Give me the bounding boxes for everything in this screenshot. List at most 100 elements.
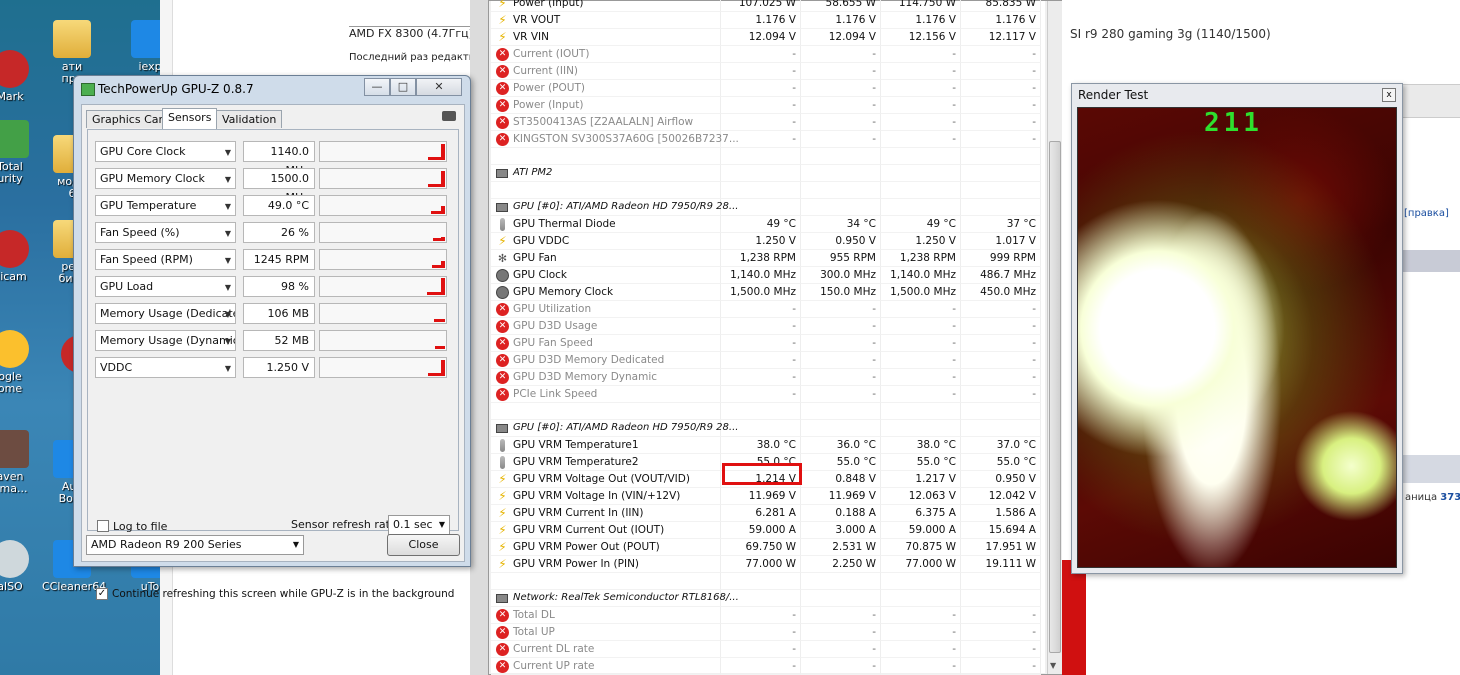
avg-value bbox=[961, 165, 1041, 182]
sensor-group-header[interactable]: Network: RealTek Semiconductor RTL8168/.… bbox=[491, 590, 1045, 607]
continue-refresh-checkbox[interactable]: ✓ bbox=[96, 588, 108, 600]
page-number[interactable]: 373 bbox=[1440, 492, 1460, 503]
min-value: - bbox=[801, 301, 881, 318]
sensor-group-header[interactable]: GPU [#0]: ATI/AMD Radeon HD 7950/R9 28..… bbox=[491, 199, 1045, 216]
table-row[interactable]: GPU Memory Clock 1,500.0 MHz 150.0 MHz 1,50… bbox=[491, 284, 1045, 301]
maximize-button[interactable]: □ bbox=[390, 78, 416, 96]
current-value: - bbox=[721, 114, 801, 131]
sensor-label: GPU VDDC bbox=[491, 233, 721, 250]
table-row[interactable]: ⚡ GPU VDDC 1.250 V 0.950 V 1.250 V 1.017 V bbox=[491, 233, 1045, 250]
table-row[interactable]: ⚡ VR VIN 12.094 V 12.094 V 12.156 V 12.117 V bbox=[491, 29, 1045, 46]
sensor-name-select[interactable]: Memory Usage (Dedicated) ▼ bbox=[95, 303, 236, 324]
table-row[interactable] bbox=[491, 403, 1045, 420]
sensor-label: GPU Memory Clock bbox=[491, 284, 721, 301]
table-row[interactable]: ⚡ GPU VRM Voltage In (VIN/+12V) 11.969 V 11… bbox=[491, 488, 1045, 505]
page-label: аница bbox=[1405, 492, 1438, 503]
desktop-icon[interactable]: ogle ome bbox=[0, 330, 40, 395]
table-row[interactable]: ✕ GPU Utilization - - - - bbox=[491, 301, 1045, 318]
sensor-name-select[interactable]: GPU Memory Clock ▼ bbox=[95, 168, 236, 189]
desktop-icon[interactable]: alSO bbox=[0, 540, 40, 593]
table-row[interactable]: ✕ Total DL - - - - bbox=[491, 607, 1045, 624]
scrollbar-thumb[interactable] bbox=[1049, 141, 1061, 653]
sensor-name-select[interactable]: Fan Speed (%) ▼ bbox=[95, 222, 236, 243]
sensor-name-select[interactable]: GPU Core Clock ▼ bbox=[95, 141, 236, 162]
sensor-value: 1140.0 MHz bbox=[243, 141, 315, 177]
table-row[interactable]: GPU VRM Temperature1 38.0 °C 36.0 °C 38.0 °… bbox=[491, 437, 1045, 454]
table-row[interactable]: ✕ Total UP - - - - bbox=[491, 624, 1045, 641]
sensor-name-select[interactable]: GPU Load ▼ bbox=[95, 276, 236, 297]
min-value: - bbox=[801, 97, 881, 114]
log-to-file-label: Log to file bbox=[113, 520, 168, 533]
table-row[interactable]: ✕ Current DL rate - - - - bbox=[491, 641, 1045, 658]
table-row[interactable]: ⚡ GPU VRM Power Out (POUT) 69.750 W 2.531 W… bbox=[491, 539, 1045, 556]
table-row[interactable]: ✕ Power (Input) - - - - bbox=[491, 97, 1045, 114]
continue-refresh-label: Continue refreshing this screen while GP… bbox=[112, 588, 455, 600]
sensor-name: Memory Usage (Dedicated) bbox=[100, 307, 236, 320]
sensor-name-select[interactable]: GPU Temperature ▼ bbox=[95, 195, 236, 216]
table-row[interactable]: ⚡ GPU VRM Current In (IIN) 6.281 A 0.188 A6… bbox=[491, 505, 1045, 522]
close-window-button[interactable]: ✕ bbox=[416, 78, 462, 96]
table-row[interactable]: ✕ GPU D3D Usage - - - - bbox=[491, 318, 1045, 335]
desktop-icon[interactable]: dicam bbox=[0, 230, 40, 283]
table-row[interactable] bbox=[491, 573, 1045, 590]
card-select[interactable]: AMD Radeon R9 200 Series ▼ bbox=[86, 535, 304, 555]
table-row[interactable]: ✕ KINGSTON SV300S37A60G [50026B7237... - - -… bbox=[491, 131, 1045, 148]
desktop-icon[interactable]: iexp bbox=[120, 20, 160, 73]
table-row[interactable]: ⚡ GPU VRM Current Out (IOUT) 59.000 A 3.000… bbox=[491, 522, 1045, 539]
sensor-graph-bar bbox=[441, 320, 445, 322]
tab-validation[interactable]: Validation bbox=[216, 110, 283, 128]
table-row[interactable]: ✕ Power (POUT) - - - - bbox=[491, 80, 1045, 97]
edit-link[interactable]: [правка] bbox=[1404, 208, 1449, 219]
max-value bbox=[881, 403, 961, 420]
table-row[interactable]: ✕ GPU Fan Speed - - - - bbox=[491, 335, 1045, 352]
max-value: 1,500.0 MHz bbox=[881, 284, 961, 301]
table-row[interactable]: ⚡ VR VOUT 1.176 V 1.176 V 1.176 V 1.176 V bbox=[491, 12, 1045, 29]
table-row[interactable]: ✕ ST3500413AS [Z2AALALN] Airflow - - - - bbox=[491, 114, 1045, 131]
sensor-group-header[interactable]: ATI PM2 bbox=[491, 165, 1045, 182]
max-value: 12.156 V bbox=[881, 29, 961, 46]
table-row[interactable]: GPU Thermal Diode 49 °C 34 °C 49 °C 37 °C bbox=[491, 216, 1045, 233]
table-row[interactable]: ✻ GPU Fan 1,238 RPM 955 RPM 1,238 RPM 999 RPM bbox=[491, 250, 1045, 267]
table-row[interactable]: ✕ GPU D3D Memory Dedicated - - - - bbox=[491, 352, 1045, 369]
scrollbar[interactable]: ▼ bbox=[1047, 1, 1062, 674]
avg-value: 85.835 W bbox=[961, 0, 1041, 12]
current-value: 1.250 V bbox=[721, 233, 801, 250]
scroll-down-icon[interactable]: ▼ bbox=[1050, 661, 1056, 670]
log-to-file-checkbox[interactable] bbox=[97, 520, 109, 532]
gpuz-app-icon bbox=[81, 83, 95, 96]
sensor-graph-bar bbox=[441, 206, 445, 214]
camera-icon[interactable] bbox=[442, 111, 456, 121]
sensor-graph bbox=[319, 222, 447, 243]
table-row[interactable]: ⚡ Power (Input) 107.025 W 58.655 W 114.750 W… bbox=[491, 0, 1045, 12]
sensor-label: GPU Fan Speed bbox=[491, 335, 721, 352]
sensor-label: Power (Input) bbox=[491, 0, 721, 12]
close-button[interactable]: Close bbox=[387, 534, 460, 556]
table-row[interactable] bbox=[491, 182, 1045, 199]
max-value: 1.250 V bbox=[881, 233, 961, 250]
sensor-name-select[interactable]: Memory Usage (Dynamic) ▼ bbox=[95, 330, 236, 351]
avg-value bbox=[961, 182, 1041, 199]
refresh-rate-select[interactable]: 0.1 sec ▼ bbox=[388, 515, 450, 535]
table-row[interactable]: ⚡ GPU VRM Power In (PIN) 77.000 W 2.250 W 77… bbox=[491, 556, 1045, 573]
desktop-icon[interactable]: aven nma... bbox=[0, 430, 40, 495]
table-row[interactable]: ✕ GPU D3D Memory Dynamic - - - - bbox=[491, 369, 1045, 386]
window-title: Render Test bbox=[1078, 88, 1149, 102]
sensor-graph bbox=[319, 141, 447, 162]
minimize-button[interactable]: — bbox=[364, 78, 390, 96]
desktop-icon[interactable]: Mark bbox=[0, 50, 40, 103]
table-row[interactable]: ✕ Current UP rate - - - - bbox=[491, 658, 1045, 675]
sensor-name-select[interactable]: Fan Speed (RPM) ▼ bbox=[95, 249, 236, 270]
table-row[interactable]: GPU Clock 1,140.0 MHz 300.0 MHz 1,140.0 MHz… bbox=[491, 267, 1045, 284]
desktop-icon[interactable]: Total urity bbox=[0, 120, 40, 185]
table-row[interactable]: ✕ PCIe Link Speed - - - - bbox=[491, 386, 1045, 403]
table-row[interactable]: ✕ Current (IIN) - - - - bbox=[491, 63, 1045, 80]
desktop-icon-label: Total urity bbox=[0, 160, 23, 185]
tab-sensors[interactable]: Sensors bbox=[162, 108, 218, 129]
close-icon[interactable]: x bbox=[1382, 88, 1396, 102]
sensor-group-header[interactable]: GPU [#0]: ATI/AMD Radeon HD 7950/R9 28..… bbox=[491, 420, 1045, 437]
sensor-name-select[interactable]: VDDC ▼ bbox=[95, 357, 236, 378]
section-band bbox=[1402, 455, 1460, 483]
table-row[interactable]: ✕ Current (IOUT) - - - - bbox=[491, 46, 1045, 63]
desktop-app-icon bbox=[0, 120, 29, 158]
table-row[interactable] bbox=[491, 148, 1045, 165]
